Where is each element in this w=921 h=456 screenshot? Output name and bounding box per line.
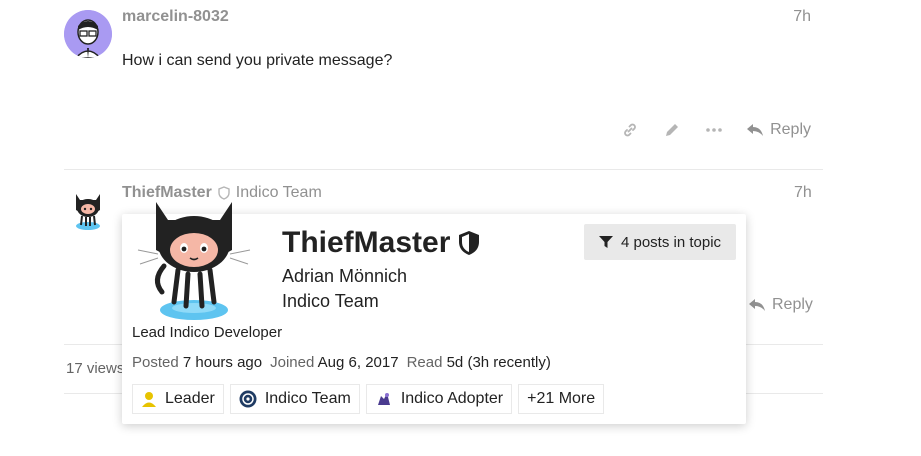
- badge-label: Indico Team: [264, 390, 351, 407]
- user-card-realname: Adrian Mönnich: [282, 266, 408, 286]
- reply-icon: [747, 124, 764, 136]
- pencil-icon[interactable]: [662, 120, 682, 140]
- badge-indico-adopter[interactable]: Indico Adopter: [365, 384, 513, 414]
- user-card-username-text[interactable]: ThiefMaster: [282, 226, 450, 260]
- person-icon: [142, 392, 156, 407]
- indico-logo-icon: [239, 390, 257, 408]
- post-username[interactable]: marcelin-8032: [122, 8, 229, 26]
- filter-posts-label: 4 posts in topic: [620, 233, 722, 251]
- user-card-badges: Leader Indico Team Indico Adopter +21 Mo…: [132, 384, 605, 414]
- badge-leader[interactable]: Leader: [132, 384, 224, 414]
- meta-read: Read 5d (3h recently): [406, 354, 551, 371]
- ellipsis-icon[interactable]: [704, 120, 724, 140]
- user-card-username[interactable]: ThiefMaster: [282, 226, 480, 260]
- avatar[interactable]: [64, 10, 112, 58]
- meta-joined: Joined Aug 6, 2017: [270, 354, 399, 371]
- reply-icon: [749, 299, 765, 311]
- shield-icon: [459, 231, 480, 255]
- user-card-bio: Lead Indico Developer: [132, 324, 283, 341]
- reply-label: Reply: [770, 121, 811, 138]
- reply-label: Reply: [772, 296, 813, 313]
- link-icon[interactable]: [620, 120, 640, 140]
- badge-label: Indico Adopter: [400, 390, 504, 407]
- post-actions: Reply: [620, 120, 811, 140]
- filter-posts-button[interactable]: 4 posts in topic: [584, 224, 736, 260]
- user-card-avatar[interactable]: [134, 184, 254, 324]
- badge-label: +21 More: [527, 390, 596, 407]
- post-body: How i can send you private message?: [122, 52, 393, 69]
- adopter-icon: [377, 393, 390, 405]
- user-card: ThiefMaster Adrian Mönnich Indico Team 4…: [122, 202, 746, 424]
- badge-label: Leader: [165, 390, 215, 407]
- reply-button[interactable]: Reply: [748, 296, 813, 314]
- badge-more[interactable]: +21 More: [518, 384, 605, 414]
- reply-button[interactable]: Reply: [746, 121, 811, 139]
- meta-posted: Posted 7 hours ago: [132, 354, 263, 371]
- filter-icon: [598, 236, 613, 248]
- views-count: 17 views: [66, 360, 125, 377]
- user-card-meta: Posted 7 hours ago Joined Aug 6, 2017 Re…: [132, 354, 551, 371]
- post-time[interactable]: 7h: [794, 184, 812, 202]
- user-card-group[interactable]: Indico Team: [282, 291, 379, 312]
- badge-indico-team[interactable]: Indico Team: [229, 384, 360, 414]
- post-time[interactable]: 7h: [793, 8, 811, 26]
- avatar[interactable]: [70, 188, 106, 232]
- post-1: marcelin-8032 7h How i can send you priv…: [64, 0, 823, 170]
